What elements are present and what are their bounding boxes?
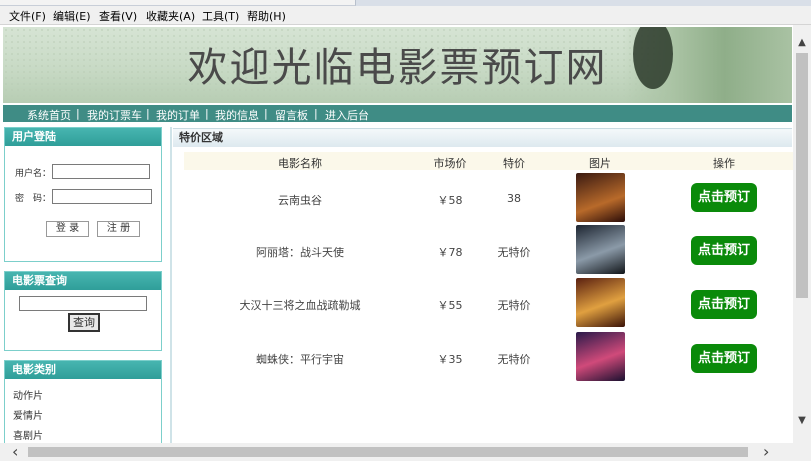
book-button[interactable]: 点击预订 bbox=[691, 183, 757, 212]
special-price: 38 bbox=[507, 192, 521, 205]
category-panel: 电影类别 动作片 爱情片 喜剧片 bbox=[4, 360, 162, 443]
movie-poster[interactable] bbox=[576, 332, 625, 381]
nav-my-info[interactable]: 我的信息 bbox=[215, 107, 259, 123]
site-title: 欢迎光临电影票预订网 bbox=[187, 45, 608, 91]
col-action: 操作 bbox=[713, 157, 735, 170]
login-button[interactable]: 登 录 bbox=[46, 221, 89, 237]
movie-poster[interactable] bbox=[576, 225, 625, 274]
nav-home[interactable]: 系统首页 bbox=[27, 107, 71, 123]
col-movie-name: 电影名称 bbox=[278, 157, 322, 170]
menu-edit[interactable]: 编辑(E) bbox=[53, 8, 91, 24]
site-banner: 欢迎光临电影票预订网 bbox=[3, 27, 792, 103]
col-image: 图片 bbox=[589, 157, 611, 170]
login-panel: 用户登陆 用户名： 密 码： 登 录 注 册 bbox=[4, 127, 162, 262]
movie-poster[interactable] bbox=[576, 278, 625, 327]
col-special-price: 特价 bbox=[503, 157, 525, 170]
horizontal-scroll-thumb[interactable] bbox=[28, 447, 748, 457]
special-offer-title: 特价区域 bbox=[179, 131, 223, 144]
username-label: 用户名： bbox=[15, 169, 52, 179]
search-input[interactable] bbox=[19, 296, 147, 311]
vertical-scroll-thumb[interactable] bbox=[796, 53, 808, 298]
scroll-up-icon[interactable]: ▲ bbox=[793, 37, 811, 53]
password-label: 密 码： bbox=[15, 194, 52, 204]
username-input[interactable] bbox=[52, 164, 150, 179]
nav-separator: | bbox=[264, 107, 268, 120]
scroll-right-icon[interactable]: › bbox=[763, 443, 777, 461]
book-button[interactable]: 点击预订 bbox=[691, 344, 757, 373]
menu-bar: 文件(F) 编辑(E) 查看(V) 收藏夹(A) 工具(T) 帮助(H) bbox=[0, 6, 811, 25]
nav-separator: | bbox=[314, 107, 318, 120]
register-button[interactable]: 注 册 bbox=[97, 221, 140, 237]
special-price: 无特价 bbox=[497, 246, 531, 259]
password-input[interactable] bbox=[52, 189, 152, 204]
nav-bar: 系统首页 | 我的订票车 | 我的订单 | 我的信息 | 留言板 | 进入后台 bbox=[3, 105, 792, 122]
col-market-price: 市场价 bbox=[433, 157, 467, 170]
nav-my-orders[interactable]: 我的订单 bbox=[156, 107, 200, 123]
movie-name: 云南虫谷 bbox=[278, 194, 322, 207]
movie-poster[interactable] bbox=[576, 173, 625, 222]
scroll-left-icon[interactable]: ‹ bbox=[12, 443, 26, 461]
main-border bbox=[170, 127, 172, 443]
nav-message-board[interactable]: 留言板 bbox=[275, 107, 308, 123]
market-price: ￥58 bbox=[437, 194, 463, 207]
scroll-down-icon[interactable]: ▼ bbox=[793, 415, 811, 431]
search-button[interactable]: 查询 bbox=[68, 313, 100, 332]
search-panel: 电影票查询 查询 bbox=[4, 271, 162, 351]
movie-name: 阿丽塔：战斗天使 bbox=[256, 246, 344, 259]
category-item[interactable]: 爱情片 bbox=[13, 407, 43, 422]
category-heading: 电影类别 bbox=[5, 361, 161, 379]
menu-help[interactable]: 帮助(H) bbox=[247, 8, 286, 24]
category-item[interactable]: 动作片 bbox=[13, 387, 43, 402]
nav-separator: | bbox=[146, 107, 150, 120]
special-offer-heading: 特价区域 bbox=[173, 128, 792, 147]
login-heading: 用户登陆 bbox=[5, 128, 161, 146]
market-price: ￥35 bbox=[437, 353, 463, 366]
nav-admin[interactable]: 进入后台 bbox=[325, 107, 369, 123]
horizontal-scrollbar[interactable]: ‹ › bbox=[0, 443, 793, 461]
category-item[interactable]: 喜剧片 bbox=[13, 427, 43, 442]
nav-separator: | bbox=[76, 107, 80, 120]
special-price: 无特价 bbox=[497, 353, 531, 366]
market-price: ￥55 bbox=[437, 299, 463, 312]
special-price: 无特价 bbox=[497, 299, 531, 312]
movie-name: 大汉十三将之血战疏勒城 bbox=[239, 299, 361, 312]
menu-tools[interactable]: 工具(T) bbox=[202, 8, 239, 24]
market-price: ￥78 bbox=[437, 246, 463, 259]
book-button[interactable]: 点击预订 bbox=[691, 236, 757, 265]
vertical-scrollbar[interactable]: ▲ ▼ bbox=[793, 25, 811, 443]
nav-separator: | bbox=[205, 107, 209, 120]
book-button[interactable]: 点击预订 bbox=[691, 290, 757, 319]
page-viewport: 欢迎光临电影票预订网 系统首页 | 我的订票车 | 我的订单 | 我的信息 | … bbox=[0, 25, 793, 443]
menu-file[interactable]: 文件(F) bbox=[9, 8, 46, 24]
menu-view[interactable]: 查看(V) bbox=[99, 8, 137, 24]
menu-favorites[interactable]: 收藏夹(A) bbox=[146, 8, 195, 24]
scroll-corner bbox=[793, 443, 811, 461]
search-heading: 电影票查询 bbox=[5, 272, 161, 290]
movie-name: 蜘蛛侠：平行宇宙 bbox=[256, 353, 344, 366]
nav-ticket-cart[interactable]: 我的订票车 bbox=[87, 107, 142, 123]
